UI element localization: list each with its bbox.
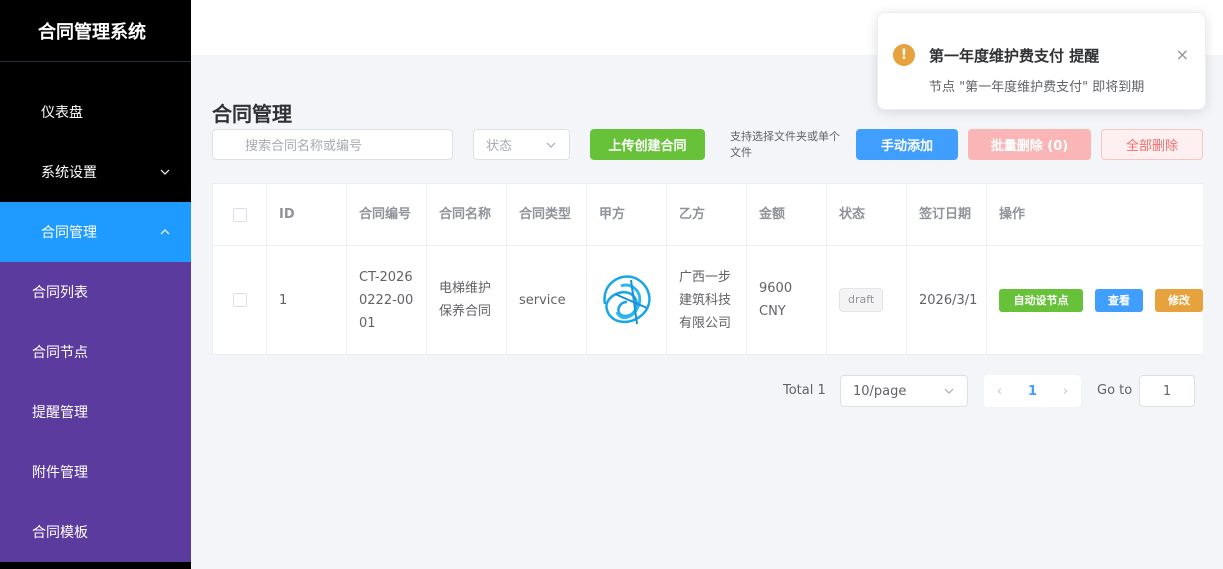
cell-code-text: CT-20260222-0001 (359, 269, 414, 331)
goto-page-input[interactable]: 1 (1139, 375, 1195, 407)
cell-status: draft (827, 246, 907, 354)
sidebar-item-templates[interactable]: 合同模板 (0, 502, 191, 562)
column-header: 签订日期 (907, 184, 987, 245)
select-all-checkbox[interactable] (232, 207, 247, 222)
sidebar-item-label: 仪表盘 (41, 105, 83, 121)
page-number[interactable]: 1 (1028, 384, 1037, 399)
cell-type: service (507, 246, 587, 354)
column-header: 甲方 (587, 184, 667, 245)
column-header: 状态 (827, 184, 907, 245)
auto-set-nodes-button[interactable]: 自动设节点 (999, 288, 1083, 312)
column-header: 乙方 (667, 184, 747, 245)
cell-name: 电梯维护保养合同 (427, 246, 507, 354)
chevron-down-icon (546, 142, 556, 148)
cell-code: CT-20260222-0001 (347, 246, 427, 354)
header-checkbox-cell (213, 184, 267, 245)
row-checkbox-cell (213, 246, 267, 354)
sidebar-item-reminders[interactable]: 提醒管理 (0, 382, 191, 442)
sidebar-item-label: 系统设置 (41, 165, 97, 181)
sidebar-item-label: 合同列表 (32, 285, 88, 301)
column-header: 合同名称 (427, 184, 507, 245)
cell-actions: 自动设节点 查看 修改 (987, 246, 1203, 354)
page-size-select[interactable]: 10/page (840, 375, 968, 407)
sidebar-item-label: 提醒管理 (32, 405, 88, 421)
edit-button[interactable]: 修改 (1155, 288, 1203, 312)
cell-id: 1 (267, 246, 347, 354)
warning-icon: ! (893, 44, 915, 66)
cell-party-a (587, 246, 667, 354)
chevron-up-icon (160, 229, 170, 235)
status-select[interactable]: 状态 (473, 129, 570, 160)
manual-add-button[interactable]: 手动添加 (856, 129, 958, 160)
upload-hint: 支持选择文件夹或单个文件 (730, 130, 840, 159)
delete-all-button[interactable]: 全部删除 (1101, 129, 1203, 160)
column-header: ID (267, 184, 347, 245)
column-header: 操作 (999, 207, 1026, 222)
next-page-icon[interactable]: › (1063, 384, 1068, 399)
sidebar: 合同管理系统 仪表盘 系统设置 合同管理 合同列表 合同节点 提醒管理 附件管理… (0, 0, 191, 569)
sidebar-item-dashboard[interactable]: 仪表盘 (0, 82, 191, 142)
column-header: 合同编号 (347, 184, 427, 245)
row-checkbox[interactable] (232, 293, 247, 307)
table-row: 1 CT-20260222-0001 电梯维护保养合同 service 广西一步… (213, 246, 1203, 354)
toolbar: 搜索合同名称或编号 状态 上传创建合同 支持选择文件夹或单个文件 手动添加 批量… (212, 129, 1203, 161)
prev-page-icon[interactable]: ‹ (997, 384, 1002, 399)
sidebar-item-attachments[interactable]: 附件管理 (0, 442, 191, 502)
close-icon[interactable]: × (1176, 45, 1189, 64)
view-button[interactable]: 查看 (1095, 288, 1143, 312)
column-header: 合同类型 (507, 184, 587, 245)
notification-body: 节点 "第一年度维护费支付" 即将到期 (929, 80, 1145, 95)
notification-title: 第一年度维护费支付 提醒 (929, 47, 1100, 65)
page-navigator: ‹ 1 › (984, 375, 1081, 407)
search-input[interactable]: 搜索合同名称或编号 (212, 129, 453, 160)
reminder-notification: ! 第一年度维护费支付 提醒 节点 "第一年度维护费支付" 即将到期 × (877, 12, 1206, 110)
sidebar-item-contracts[interactable]: 合同管理 (0, 202, 191, 262)
contracts-submenu: 合同列表 合同节点 提醒管理 附件管理 合同模板 (0, 262, 191, 562)
sidebar-item-label: 合同模板 (32, 525, 88, 541)
column-header: 金额 (747, 184, 827, 245)
table-header-row: ID 合同编号 合同名称 合同类型 甲方 乙方 金额 状态 签订日期 操作 (213, 184, 1203, 246)
cell-party-b: 广西一步建筑科技有限公司 (667, 246, 747, 354)
cell-amount: 9600 CNY (747, 246, 827, 354)
cell-date: 2026/3/1 (907, 246, 987, 354)
status-select-placeholder: 状态 (486, 139, 513, 154)
batch-delete-button[interactable]: 批量删除 (0) (968, 129, 1091, 160)
chevron-down-icon (944, 388, 954, 394)
sidebar-item-label: 附件管理 (32, 465, 88, 481)
pagination-total: Total 1 (783, 383, 826, 398)
contracts-table: ID 合同编号 合同名称 合同类型 甲方 乙方 金额 状态 签订日期 操作 1 … (212, 183, 1203, 355)
sidebar-item-contract-list[interactable]: 合同列表 (0, 262, 191, 322)
sidebar-item-settings[interactable]: 系统设置 (0, 142, 191, 202)
pagination: Total 1 10/page ‹ 1 › Go to 1 (212, 375, 1195, 407)
page-size-value: 10/page (853, 383, 907, 399)
goto-label: Go to (1097, 383, 1133, 398)
app-title: 合同管理系统 (0, 0, 191, 62)
scribble-image (602, 275, 651, 325)
sidebar-item-label: 合同节点 (32, 345, 88, 361)
chevron-down-icon (160, 169, 170, 175)
status-badge: draft (839, 288, 884, 312)
upload-create-button[interactable]: 上传创建合同 (590, 129, 705, 160)
sidebar-item-label: 合同管理 (41, 225, 97, 241)
sidebar-item-contract-nodes[interactable]: 合同节点 (0, 322, 191, 382)
